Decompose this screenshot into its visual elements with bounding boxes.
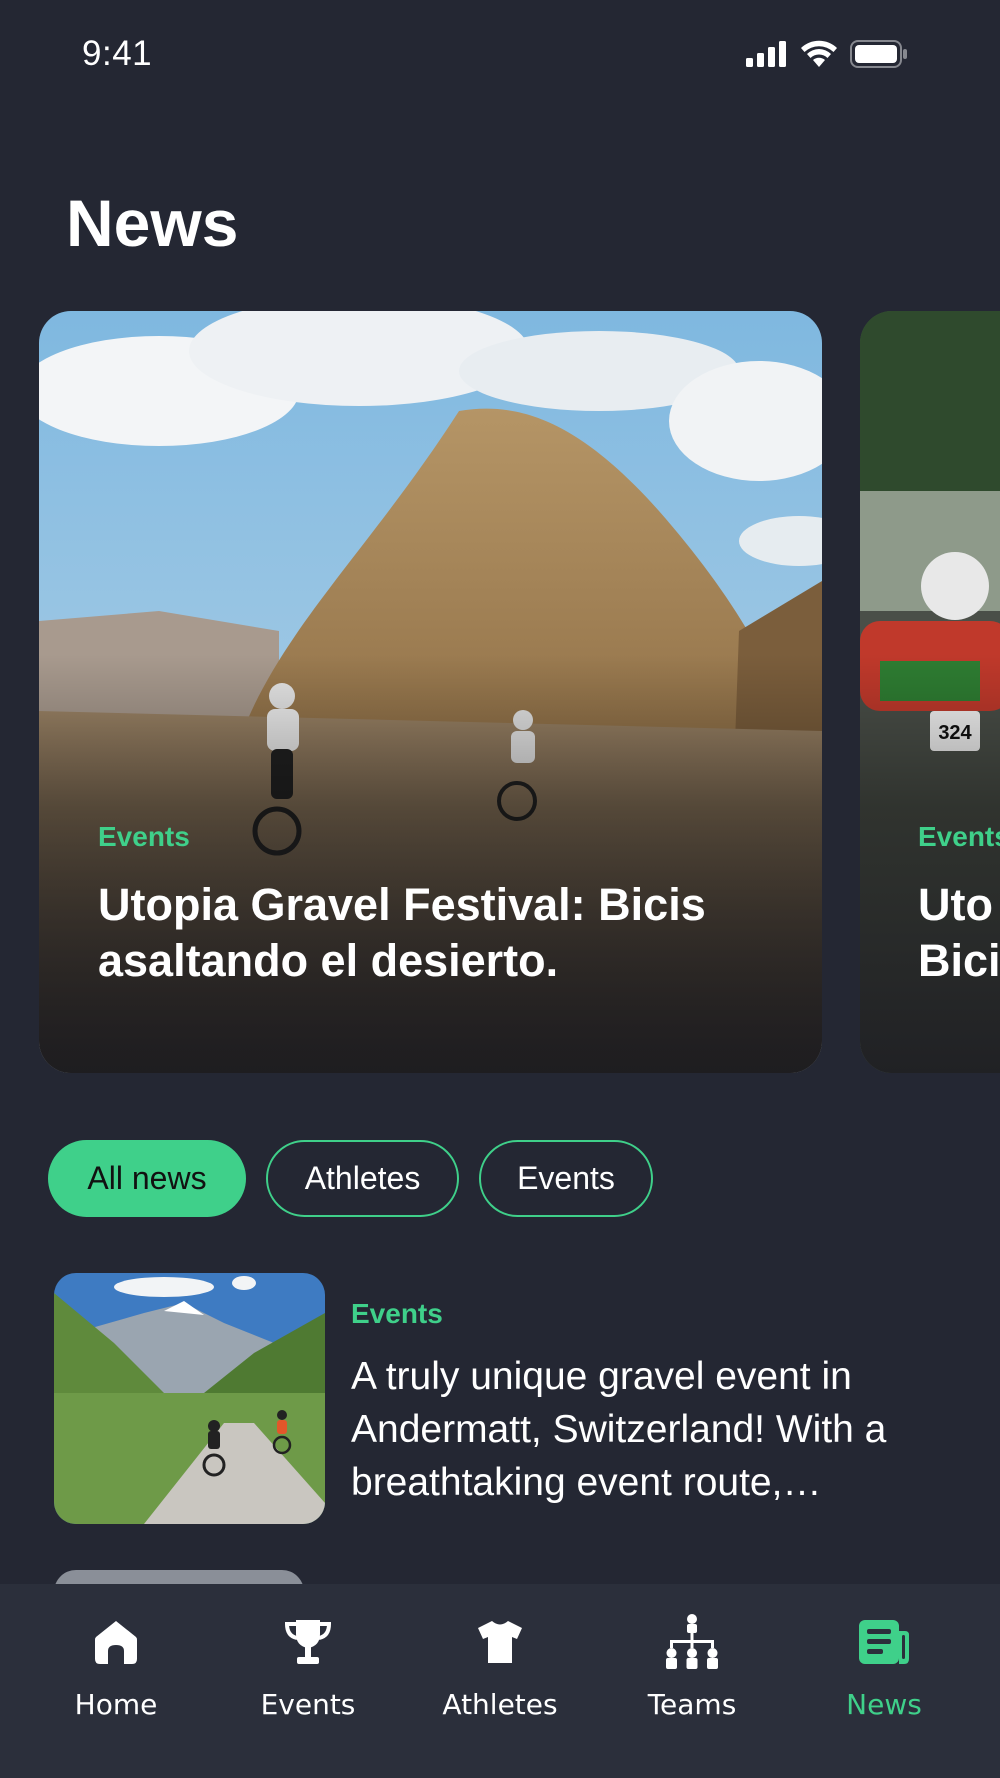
featured-category: Events <box>98 821 190 852</box>
featured-title-next-line-1: Uto <box>918 879 993 930</box>
tab-label-teams: Teams <box>647 1688 737 1721</box>
tab-news[interactable]: News <box>794 1584 974 1778</box>
filter-chips: All news Athletes Events <box>48 1140 653 1217</box>
home-icon <box>88 1614 144 1670</box>
hierarchy-icon <box>664 1614 720 1670</box>
tab-home[interactable]: Home <box>26 1584 206 1778</box>
tab-label-home: Home <box>74 1688 158 1721</box>
news-list-item[interactable]: Events A truly unique gravel event in An… <box>54 1273 954 1525</box>
battery-icon <box>850 40 908 73</box>
featured-title-next-line-2: Bici <box>918 935 1000 986</box>
tab-athletes[interactable]: Athletes <box>410 1584 590 1778</box>
tab-label-athletes: Athletes <box>442 1688 558 1721</box>
news-headline[interactable]: A truly unique gravel event in Andermatt… <box>351 1350 951 1509</box>
news-category: Events <box>351 1298 443 1329</box>
featured-title[interactable]: Utopia Gravel Festival: Bicis asaltando … <box>98 877 818 989</box>
tab-events[interactable]: Events <box>218 1584 398 1778</box>
tab-label-news: News <box>846 1688 922 1721</box>
filter-chip-all-news[interactable]: All news <box>48 1140 246 1217</box>
status-icons <box>746 40 908 73</box>
news-thumbnail <box>54 1273 325 1524</box>
featured-card-next[interactable]: 324 Events Uto Bici <box>860 311 1000 1073</box>
trophy-icon <box>280 1614 336 1670</box>
tab-label-events: Events <box>260 1688 356 1721</box>
featured-title-next[interactable]: Uto Bici <box>918 877 1000 989</box>
featured-card[interactable]: Events Utopia Gravel Festival: Bicis asa… <box>39 311 822 1073</box>
wifi-icon <box>800 40 838 73</box>
featured-carousel[interactable]: Events Utopia Gravel Festival: Bicis asa… <box>0 311 1000 1073</box>
jersey-icon <box>472 1614 528 1670</box>
status-bar: 9:41 <box>0 0 1000 110</box>
newspaper-icon <box>856 1614 912 1670</box>
page-title: News <box>66 186 239 260</box>
status-time: 9:41 <box>82 34 153 73</box>
featured-category-next: Events <box>918 821 1000 852</box>
filter-chip-athletes[interactable]: Athletes <box>266 1140 459 1217</box>
news-screen: 9:41 News Events Utopia Gravel Festival:… <box>0 0 1000 1778</box>
tab-bar: Home Events Athletes Teams News <box>0 1584 1000 1778</box>
cellular-signal-icon <box>746 41 788 72</box>
filter-chip-events[interactable]: Events <box>479 1140 653 1217</box>
tab-teams[interactable]: Teams <box>602 1584 782 1778</box>
